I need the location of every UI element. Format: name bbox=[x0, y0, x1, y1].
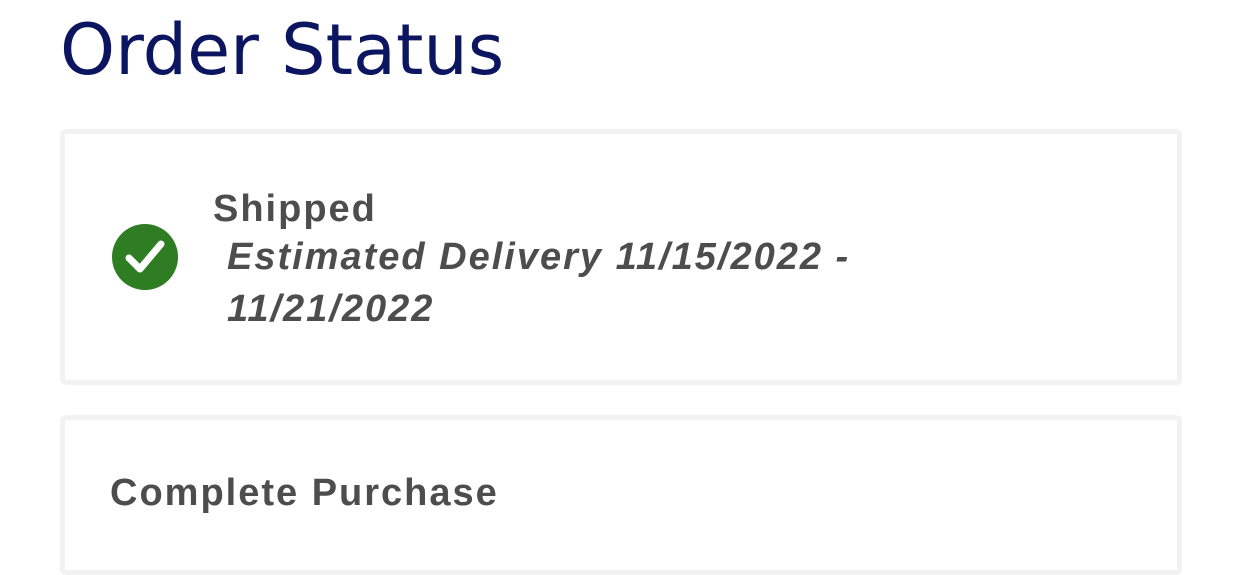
estimated-delivery-text: Estimated Delivery 11/15/2022 - 11/21/20… bbox=[227, 236, 851, 330]
page-title: Order Status bbox=[60, 9, 505, 91]
check-circle-icon bbox=[112, 224, 178, 290]
complete-purchase-label[interactable]: Complete Purchase bbox=[110, 470, 499, 516]
shipment-status-card: Shipped Estimated Delivery 11/15/2022 - … bbox=[60, 129, 1182, 385]
complete-purchase-card[interactable]: Complete Purchase bbox=[60, 415, 1182, 575]
shipment-status-label: Shipped bbox=[213, 188, 377, 230]
